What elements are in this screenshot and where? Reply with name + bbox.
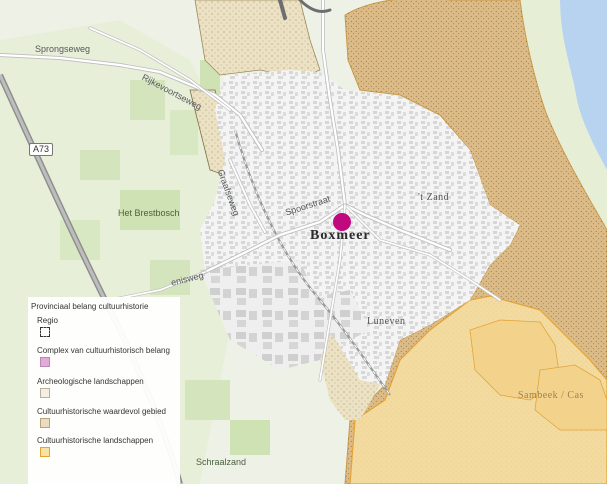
place-label-schraalzand: Schraalzand <box>196 457 247 467</box>
legend-item-archeologisch: Archeologische landschappen <box>37 377 144 386</box>
legend-swatch-archeologisch <box>40 388 50 398</box>
legend-label: Cultuurhistorische waardevol gebied <box>37 407 166 416</box>
legend-item-regio: Regio <box>37 316 58 325</box>
road-label-sprongseweg: Sprongseweg <box>35 44 91 54</box>
place-label-luneven: Luneven <box>367 316 406 327</box>
legend-swatch-waardevol <box>40 418 50 428</box>
place-label-sambeek: Sambeek / Cas <box>518 390 584 401</box>
legend-label: Complex van cultuurhistorisch belang <box>37 346 170 355</box>
place-label-zand: 't Zand <box>418 192 450 203</box>
highway-shield-a73: A73 <box>29 143 54 156</box>
map-legend: Provinciaal belang cultuurhistorie Regio… <box>28 297 180 484</box>
place-label-boxmeer: Boxmeer <box>310 228 371 243</box>
legend-swatch-landschappen <box>40 447 50 457</box>
place-label-brestbosch: Het Brestbosch <box>118 208 180 218</box>
legend-item-waardevol: Cultuurhistorische waardevol gebied <box>37 407 166 416</box>
legend-swatch-regio <box>40 327 50 337</box>
legend-swatch-complex <box>40 357 50 367</box>
legend-label: Regio <box>37 316 58 325</box>
legend-label: Cultuurhistorische landschappen <box>37 436 154 445</box>
legend-label: Archeologische landschappen <box>37 377 144 386</box>
legend-title: Provinciaal belang cultuurhistorie <box>31 302 149 311</box>
legend-item-landschappen: Cultuurhistorische landschappen <box>37 436 153 445</box>
legend-item-complex: Complex van cultuurhistorisch belang <box>37 346 170 355</box>
